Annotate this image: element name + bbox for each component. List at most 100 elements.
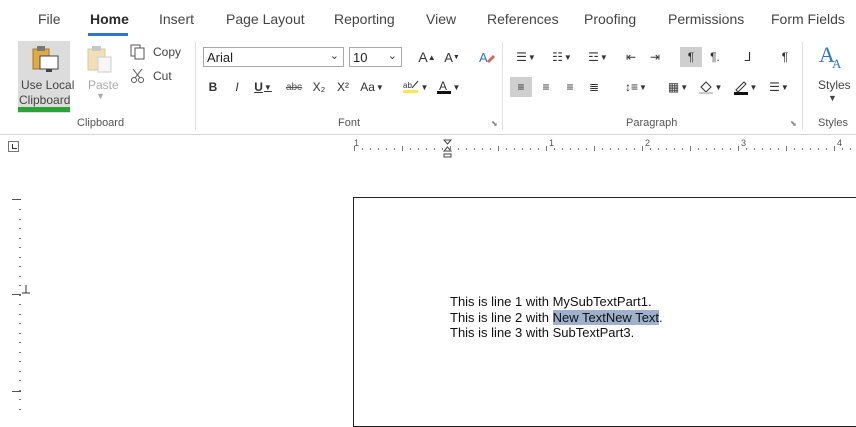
chevron-down-icon: ▼ <box>563 52 572 62</box>
tab-page-layout[interactable]: Page Layout <box>226 11 305 27</box>
borders-button[interactable]: ▦ ▼ <box>664 77 692 97</box>
line-spacing-button[interactable]: ↕≡ ▼ <box>622 77 650 97</box>
underline-button[interactable]: U ▼ <box>252 77 274 97</box>
font-size-select[interactable]: 10 ⌄ <box>349 47 402 67</box>
ruler-tick <box>522 148 523 150</box>
highlight-color-button[interactable]: ab ▼ <box>400 77 430 97</box>
clear-formatting-button[interactable]: A <box>476 47 498 67</box>
tab-insert[interactable]: Insert <box>159 11 194 27</box>
copy-button[interactable]: Copy <box>153 45 181 59</box>
svg-text:A: A <box>439 79 447 93</box>
ruler-tick <box>626 148 627 150</box>
rtl-paragraph-button[interactable]: ¶. <box>704 47 726 67</box>
change-case-button[interactable]: Aa ▼ <box>358 77 386 97</box>
ruler-tick <box>458 148 459 150</box>
increase-indent-button[interactable]: ⇥ <box>644 47 666 67</box>
align-right-button[interactable]: ≡ <box>559 77 581 97</box>
ruler-tick <box>834 146 835 151</box>
horizontal-ruler[interactable]: 1 1 2 3 4 <box>352 138 856 160</box>
separator <box>502 42 503 130</box>
ruler-tick <box>666 148 667 150</box>
border-style-button[interactable]: ☰ ▼ <box>765 77 793 97</box>
ruler-tick <box>19 218 21 220</box>
doc-line-3[interactable]: This is line 3 with SubTextPart3. <box>450 325 634 340</box>
tab-stop-button[interactable]: ⅃ <box>737 47 759 67</box>
font-family-select[interactable]: Arial ⌄ <box>203 47 344 67</box>
ruler-tick <box>19 228 21 229</box>
subscript-button[interactable]: X₂ <box>308 77 330 97</box>
paragraph-dialog-launcher-icon[interactable]: ⬊ <box>790 120 798 128</box>
cut-button[interactable]: Cut <box>153 69 172 83</box>
ruler-tick <box>730 148 731 150</box>
selected-text[interactable]: New TextNew Text <box>552 310 660 325</box>
ruler-tick <box>482 148 483 150</box>
ruler-tick <box>426 148 427 150</box>
ruler-tick <box>19 237 21 239</box>
bold-button[interactable]: B <box>202 77 224 97</box>
tab-reporting[interactable]: Reporting <box>334 11 395 27</box>
tab-home[interactable]: Home <box>90 11 129 27</box>
shrink-font-button[interactable]: A ▼ <box>441 47 463 67</box>
grow-font-button[interactable]: A ▲ <box>416 47 438 67</box>
tab-file[interactable]: File <box>38 11 61 27</box>
ruler-tick <box>394 148 395 150</box>
tab-permissions[interactable]: Permissions <box>668 11 744 27</box>
indent-marker-icon[interactable] <box>442 138 454 160</box>
decrease-indent-button[interactable]: ⇤ <box>620 47 642 67</box>
chevron-down-icon: ▼ <box>527 52 536 62</box>
doc-line-2[interactable]: This is line 2 with New TextNew Text. <box>450 310 663 325</box>
strikethrough-button[interactable]: abc <box>283 77 305 97</box>
ruler-tick <box>386 148 387 150</box>
ruler-tick <box>698 148 699 150</box>
vertical-ruler[interactable] <box>10 195 30 414</box>
align-center-button[interactable]: ≡ <box>535 77 557 97</box>
svg-text:A: A <box>832 56 842 70</box>
pen-color-button[interactable]: ▼ <box>730 77 760 97</box>
italic-button[interactable]: I <box>226 77 248 97</box>
multilevel-list-button[interactable]: ☲ ▼ <box>584 47 612 67</box>
copy-icon <box>130 44 145 60</box>
ruler-tick <box>546 146 547 151</box>
numbering-button[interactable]: ☷ ▼ <box>548 47 576 67</box>
ruler-tick <box>19 256 21 258</box>
align-left-button[interactable]: ≡ <box>510 77 532 97</box>
font-dialog-launcher-icon[interactable]: ⬊ <box>491 120 499 128</box>
shading-button[interactable]: ▼ <box>695 77 725 97</box>
ruler-tick <box>610 148 611 150</box>
ruler-tick <box>19 389 21 391</box>
ruler-tick <box>770 148 771 150</box>
tab-view[interactable]: View <box>426 11 456 27</box>
show-formatting-button[interactable]: ¶ <box>680 47 702 67</box>
bullets-button[interactable]: ☰ ▼ <box>512 47 540 67</box>
ruler-tick <box>434 148 435 150</box>
ruler-tick <box>466 148 467 150</box>
doc-line-1[interactable]: This is line 1 with MySubTextPart1. <box>450 294 652 309</box>
tab-references[interactable]: References <box>487 11 559 27</box>
superscript-button[interactable]: X² <box>332 77 354 97</box>
tab-proofing[interactable]: Proofing <box>584 11 636 27</box>
font-color-button[interactable]: A ▼ <box>433 77 463 97</box>
tab-selector-icon[interactable] <box>8 141 19 152</box>
ruler-tick <box>19 275 21 277</box>
font-group-label: Font <box>338 117 361 129</box>
ruler-tick <box>786 146 787 151</box>
ruler-tick <box>618 148 619 150</box>
ruler-tick <box>554 148 555 150</box>
ruler-number: 1 <box>549 138 555 148</box>
ruler-tick <box>19 285 21 286</box>
ruler-tick <box>682 148 683 150</box>
tab-form-fields[interactable]: Form Fields <box>771 11 845 27</box>
ruler-tick <box>410 148 411 150</box>
ruler-tick <box>562 148 563 150</box>
ruler-tick <box>826 148 827 150</box>
ruler-tick <box>19 294 21 296</box>
use-local-clipboard-indicator <box>18 107 70 112</box>
justify-button[interactable]: ≣ <box>583 77 605 97</box>
pilcrow-button[interactable]: ¶ <box>774 47 796 67</box>
document-page[interactable]: This is line 1 with MySubTextPart1. This… <box>353 197 856 427</box>
paint-bucket-icon <box>698 81 713 94</box>
cut-icon <box>131 68 144 83</box>
ruler-tick <box>586 148 587 150</box>
ruler-tick <box>818 148 819 150</box>
ruler-tick <box>506 148 507 150</box>
